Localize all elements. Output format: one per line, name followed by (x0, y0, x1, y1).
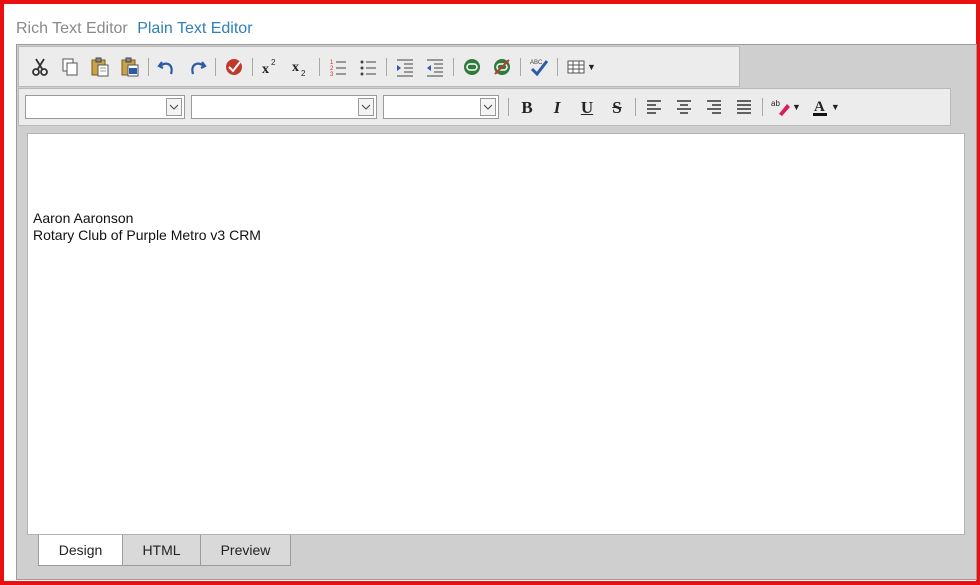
editor-mode-tabs: Design HTML Preview (38, 535, 291, 566)
indent-icon[interactable] (390, 53, 420, 81)
svg-text:ABC: ABC (530, 60, 543, 66)
underline-label: U (580, 97, 594, 117)
paragraph-style-select[interactable] (383, 95, 499, 119)
svg-text:2: 2 (271, 58, 276, 67)
svg-text:2: 2 (301, 69, 306, 78)
chevron-down-icon (166, 98, 182, 116)
plain-text-editor-link[interactable]: Plain Text Editor (137, 20, 252, 37)
toolbar-separator (520, 57, 521, 76)
ajax-spellcheck-icon[interactable]: ABC (524, 53, 554, 81)
chevron-down-icon (480, 98, 496, 116)
editor-mode-switch: Rich Text Editor Plain Text Editor (16, 20, 253, 38)
justify-icon[interactable] (729, 93, 759, 121)
tab-design[interactable]: Design (38, 535, 123, 566)
tab-html[interactable]: HTML (122, 535, 201, 566)
cut-icon[interactable] (25, 53, 55, 81)
svg-text:x: x (292, 60, 299, 75)
unordered-list-icon[interactable] (353, 53, 383, 81)
toolbar-separator (508, 98, 509, 116)
toolbar-separator (148, 57, 149, 76)
svg-text:3: 3 (330, 72, 334, 78)
toolbar-separator (386, 57, 387, 76)
align-right-icon[interactable] (699, 93, 729, 121)
table-dropdown-arrow-icon[interactable]: ▼ (587, 62, 596, 72)
tab-preview[interactable]: Preview (200, 535, 291, 566)
editor-frame: Rich Text Editor Plain Text Editor x 2 x… (0, 0, 980, 585)
toolbar-separator (453, 57, 454, 76)
tab-html-label: HTML (142, 542, 181, 558)
content-line-1: Aaron Aaronson (33, 210, 134, 226)
redo-icon[interactable] (182, 53, 212, 81)
chevron-down-icon (358, 98, 374, 116)
toolbar-separator (252, 57, 253, 76)
rich-text-editor: x2 x2 123 ABC ▼ B I U S ab ▼ A ▼ Aaron A… (16, 44, 977, 580)
subscript-icon[interactable]: x2 (286, 53, 316, 81)
toolbar-separator (557, 57, 558, 76)
strikethrough-button[interactable]: S (602, 93, 632, 121)
toolbar-row-1: x2 x2 123 ABC ▼ (18, 46, 740, 87)
highlight-label: ab (771, 99, 780, 108)
content-line-2: Rotary Club of Purple Metro v3 CRM (33, 227, 261, 243)
editor-content-area[interactable]: Aaron Aaronson Rotary Club of Purple Met… (27, 133, 965, 535)
paste-from-word-icon[interactable] (115, 53, 145, 81)
outdent-icon[interactable] (420, 53, 450, 81)
font-size-select[interactable] (191, 95, 377, 119)
toolbar-row-2: B I U S ab ▼ A ▼ (18, 88, 951, 126)
toolbar-separator (635, 98, 636, 116)
ordered-list-icon[interactable]: 123 (323, 53, 353, 81)
underline-button[interactable]: U (572, 93, 602, 121)
bold-button[interactable]: B (512, 93, 542, 121)
toolbar-separator (319, 57, 320, 76)
font-color-label: A (814, 99, 825, 115)
editor-text: Aaron Aaronson Rotary Club of Purple Met… (33, 210, 261, 244)
bold-label: B (521, 97, 533, 117)
spell-check-icon[interactable] (219, 53, 249, 81)
rich-text-editor-label: Rich Text Editor (16, 20, 128, 37)
highlight-dropdown-arrow-icon[interactable]: ▼ (792, 102, 801, 112)
svg-text:x: x (262, 62, 269, 77)
font-name-select[interactable] (25, 95, 185, 119)
remove-link-icon[interactable] (487, 53, 517, 81)
align-left-icon[interactable] (639, 93, 669, 121)
italic-button[interactable]: I (542, 93, 572, 121)
font-color-dropdown-arrow-icon[interactable]: ▼ (831, 102, 840, 112)
insert-link-icon[interactable] (457, 53, 487, 81)
italic-label: I (553, 97, 561, 117)
copy-icon[interactable] (55, 53, 85, 81)
toolbar-separator (762, 98, 763, 116)
tab-preview-label: Preview (220, 542, 271, 558)
undo-icon[interactable] (152, 53, 182, 81)
toolbar-separator (215, 57, 216, 76)
align-center-icon[interactable] (669, 93, 699, 121)
strikethrough-label: S (612, 97, 622, 117)
paste-icon[interactable] (85, 53, 115, 81)
tab-design-label: Design (58, 542, 103, 558)
superscript-icon[interactable]: x2 (256, 53, 286, 81)
